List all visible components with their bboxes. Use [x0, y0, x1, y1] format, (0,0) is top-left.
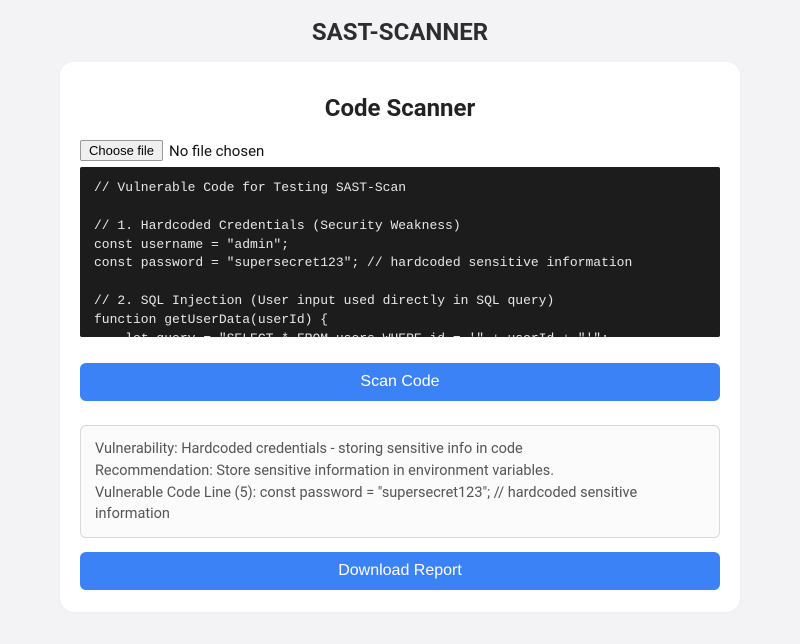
file-status-text: No file chosen [169, 142, 264, 160]
code-textarea[interactable] [80, 167, 720, 337]
download-report-button[interactable]: Download Report [80, 552, 720, 590]
scanner-card: Code Scanner Choose file No file chosen … [60, 62, 740, 612]
file-input-row: Choose file No file chosen [80, 140, 720, 161]
scan-code-button[interactable]: Scan Code [80, 363, 720, 401]
report-code-line: Vulnerable Code Line (5): const password… [95, 482, 705, 526]
app-title: SAST-SCANNER [0, 0, 800, 62]
scan-report: Vulnerability: Hardcoded credentials - s… [80, 425, 720, 538]
report-recommendation: Recommendation: Store sensitive informat… [95, 460, 705, 482]
report-vulnerability: Vulnerability: Hardcoded credentials - s… [95, 438, 705, 460]
choose-file-button[interactable]: Choose file [80, 140, 163, 161]
card-title: Code Scanner [80, 94, 720, 122]
